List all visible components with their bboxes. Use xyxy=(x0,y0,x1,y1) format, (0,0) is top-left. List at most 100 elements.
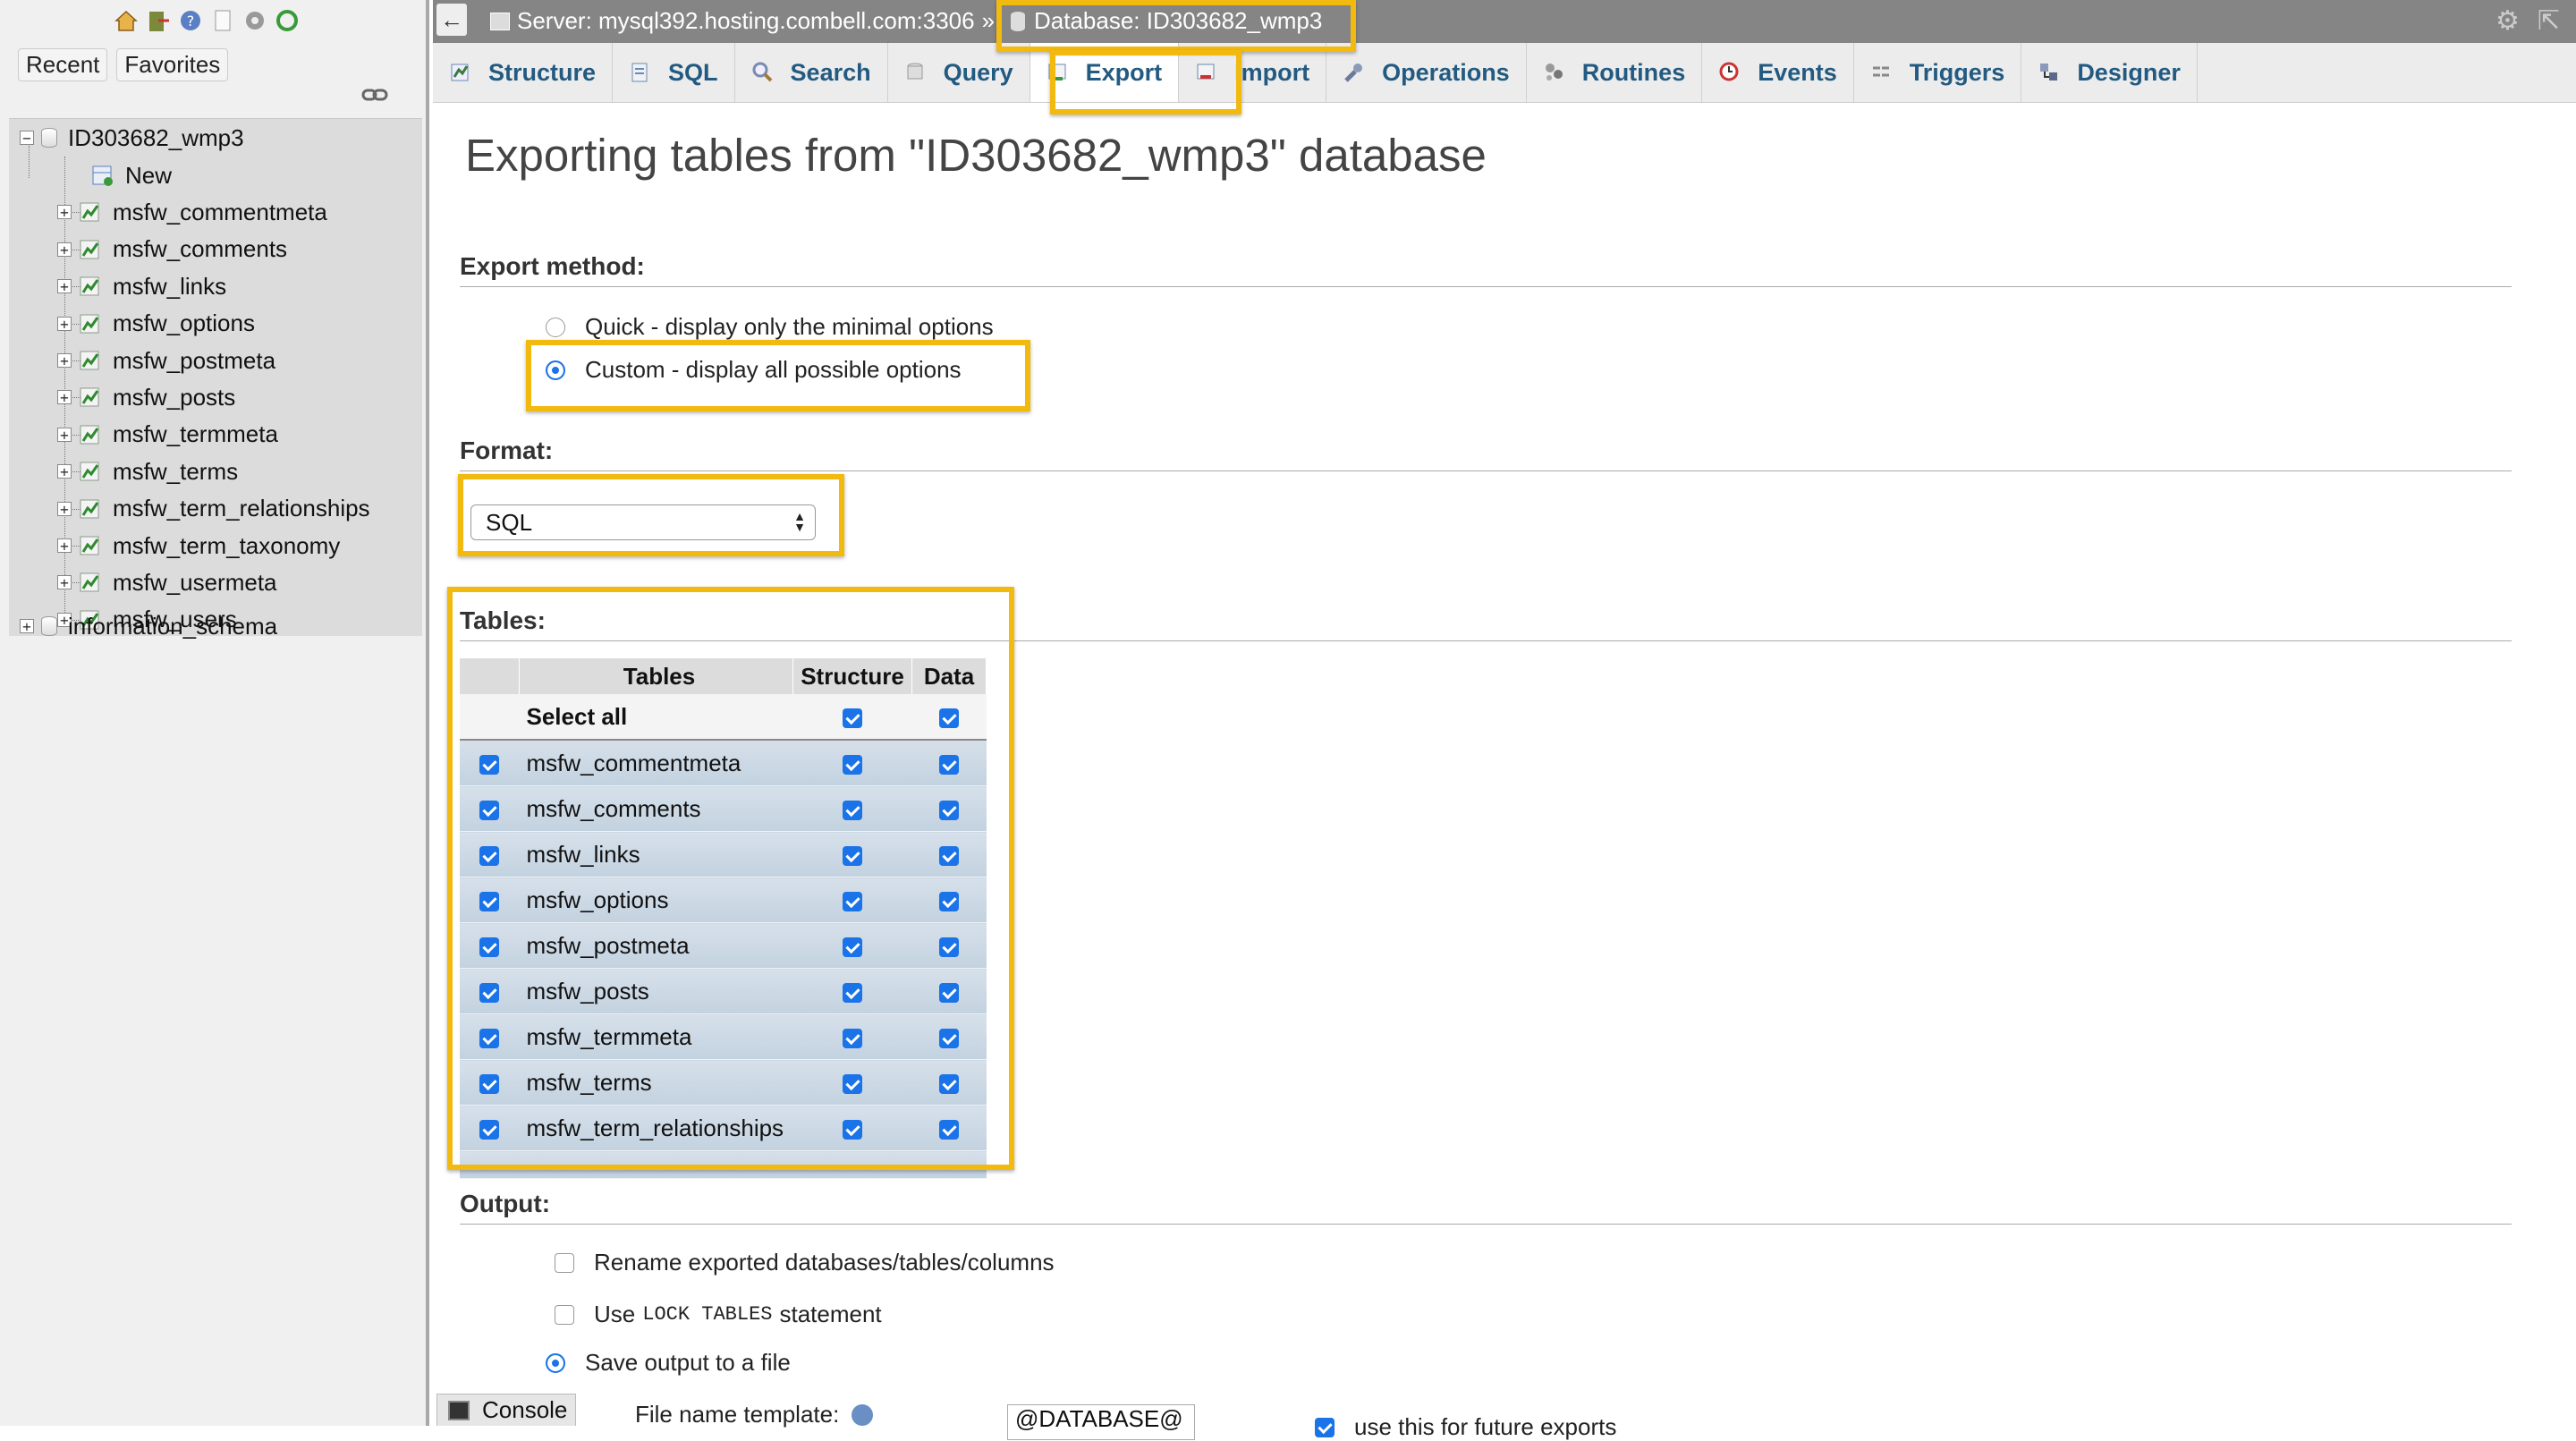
expand-icon[interactable]: + xyxy=(57,501,72,516)
row-data-checkbox[interactable] xyxy=(939,937,959,957)
help-icon[interactable] xyxy=(852,1403,874,1426)
row-select-checkbox[interactable] xyxy=(479,891,500,911)
tab-label[interactable]: Triggers xyxy=(1910,59,2005,87)
row-select-checkbox[interactable] xyxy=(479,800,500,820)
file-name-template-input[interactable]: @DATABASE@ xyxy=(1007,1404,1195,1440)
tab-label[interactable]: Import xyxy=(1234,59,1309,87)
tree-db-label[interactable]: ID303682_wmp3 xyxy=(68,124,244,152)
back-arrow-icon[interactable]: ← xyxy=(436,4,467,36)
expand-icon[interactable]: + xyxy=(57,353,72,369)
row-structure-checkbox[interactable] xyxy=(843,937,862,957)
console-button[interactable]: Console xyxy=(436,1394,576,1426)
tab-label[interactable]: SQL xyxy=(668,59,718,87)
tree-table-label[interactable]: msfw_commentmeta xyxy=(113,199,327,226)
home-icon[interactable] xyxy=(113,7,140,34)
tab-query[interactable]: Query xyxy=(888,43,1030,102)
rename-label[interactable]: Rename exported databases/tables/columns xyxy=(594,1249,1055,1276)
export-method-custom[interactable]: Custom - display all possible options xyxy=(546,356,962,384)
rename-option[interactable]: Rename exported databases/tables/columns xyxy=(555,1249,1055,1276)
save-output-radio[interactable] xyxy=(546,1352,565,1373)
row-structure-checkbox[interactable] xyxy=(843,1028,862,1048)
export-method-quick[interactable]: Quick - display only the minimal options xyxy=(546,313,994,341)
tab-label[interactable]: Operations xyxy=(1382,59,1510,87)
tab-structure[interactable]: Structure xyxy=(433,43,614,102)
breadcrumb-server-label[interactable]: Server: mysql392.hosting.combell.com:330… xyxy=(517,7,975,35)
row-data-checkbox[interactable] xyxy=(939,754,959,775)
tab-designer[interactable]: Designer xyxy=(2021,43,2198,102)
lock-tables-code[interactable]: LOCK TABLES xyxy=(642,1303,772,1326)
row-structure-checkbox[interactable] xyxy=(843,800,862,820)
recent-tab[interactable]: Recent xyxy=(18,48,108,81)
help-icon[interactable]: ? xyxy=(177,7,204,34)
tree-table-item[interactable]: + msfw_usermeta xyxy=(57,565,277,599)
settings-icon[interactable] xyxy=(242,7,268,34)
tree-table-item[interactable]: + msfw_terms xyxy=(57,454,238,488)
expand-icon[interactable]: + xyxy=(57,279,72,294)
row-data-checkbox[interactable] xyxy=(939,1028,959,1048)
row-select-checkbox[interactable] xyxy=(479,982,500,1003)
tree-table-label[interactable]: msfw_terms xyxy=(113,458,238,486)
tab-label[interactable]: Export xyxy=(1086,59,1163,87)
link-icon[interactable] xyxy=(361,86,388,104)
quick-label[interactable]: Quick - display only the minimal options xyxy=(585,313,994,341)
tree-table-label[interactable]: msfw_options xyxy=(113,309,255,337)
row-select-checkbox[interactable] xyxy=(479,937,500,957)
tab-triggers[interactable]: Triggers xyxy=(1854,43,2022,102)
collapse-icon[interactable]: − xyxy=(20,131,34,146)
tree-table-label[interactable]: msfw_term_taxonomy xyxy=(113,532,340,560)
expand-icon[interactable]: + xyxy=(57,205,72,220)
tree-table-label[interactable]: msfw_postmeta xyxy=(113,347,275,375)
tree-table-item[interactable]: + msfw_postmeta xyxy=(57,343,275,377)
row-select-checkbox[interactable] xyxy=(479,845,500,866)
tab-label[interactable]: Designer xyxy=(2077,59,2181,87)
row-structure-checkbox[interactable] xyxy=(843,754,862,775)
tab-operations[interactable]: Operations xyxy=(1326,43,1527,102)
select-all-data-checkbox[interactable] xyxy=(939,708,959,728)
expand-icon[interactable]: + xyxy=(57,242,72,257)
expand-icon[interactable]: + xyxy=(57,316,72,331)
tree-db-label[interactable]: information_schema xyxy=(68,613,277,640)
tree-table-item[interactable]: + msfw_commentmeta xyxy=(57,195,327,229)
row-select-checkbox[interactable] xyxy=(479,1073,500,1094)
tree-table-label[interactable]: msfw_usermeta xyxy=(113,569,277,597)
tree-item-new[interactable]: New xyxy=(91,158,172,192)
tree-db-information_schema[interactable]: + information_schema xyxy=(20,609,277,643)
save-output-option[interactable]: Save output to a file xyxy=(546,1349,791,1377)
future-exports-label[interactable]: use this for future exports xyxy=(1354,1413,1616,1441)
tree-table-item[interactable]: + msfw_termmeta xyxy=(57,418,278,452)
expand-icon[interactable]: + xyxy=(20,619,34,634)
tree-table-label[interactable]: msfw_links xyxy=(113,273,226,301)
breadcrumb-database[interactable]: Database: ID303682_wmp3 xyxy=(1011,7,1322,35)
tab-routines[interactable]: Routines xyxy=(1527,43,1703,102)
custom-radio[interactable] xyxy=(546,360,565,380)
lock-tables-option[interactable]: Use LOCK TABLES statement xyxy=(555,1301,882,1328)
expand-icon[interactable]: + xyxy=(57,390,72,405)
expand-icon[interactable]: + xyxy=(57,575,72,590)
tab-label[interactable]: Structure xyxy=(488,59,596,87)
row-data-checkbox[interactable] xyxy=(939,800,959,820)
custom-label[interactable]: Custom - display all possible options xyxy=(585,356,962,384)
lock-tables-suffix[interactable]: statement xyxy=(779,1301,881,1328)
row-data-checkbox[interactable] xyxy=(939,982,959,1003)
tab-label[interactable]: Search xyxy=(791,59,871,87)
tree-table-label[interactable]: msfw_posts xyxy=(113,384,235,411)
future-exports-checkbox[interactable] xyxy=(1315,1417,1335,1437)
collapse-window-icon[interactable]: ⇱ xyxy=(2538,5,2560,37)
select-all-structure-checkbox[interactable] xyxy=(843,708,862,728)
save-output-label[interactable]: Save output to a file xyxy=(585,1349,791,1377)
tree-db-ID303682_wmp3[interactable]: − ID303682_wmp3 xyxy=(20,121,244,155)
tab-label[interactable]: Query xyxy=(944,59,1013,87)
rename-checkbox[interactable] xyxy=(555,1252,574,1273)
tree-table-item[interactable]: + msfw_options xyxy=(57,307,255,341)
breadcrumb-database-label[interactable]: Database: ID303682_wmp3 xyxy=(1034,7,1322,35)
tree-table-label[interactable]: msfw_term_relationships xyxy=(113,495,370,522)
reload-icon[interactable] xyxy=(274,7,301,34)
tab-events[interactable]: Events xyxy=(1702,43,1854,102)
row-structure-checkbox[interactable] xyxy=(843,982,862,1003)
breadcrumb-server[interactable]: Server: mysql392.hosting.combell.com:330… xyxy=(490,7,995,35)
tree-table-label[interactable]: msfw_termmeta xyxy=(113,420,278,448)
tree-table-item[interactable]: + msfw_posts xyxy=(57,380,235,414)
format-select[interactable]: SQL ▲ ▼ xyxy=(470,504,816,540)
row-structure-checkbox[interactable] xyxy=(843,891,862,911)
expand-icon[interactable]: + xyxy=(57,538,72,554)
